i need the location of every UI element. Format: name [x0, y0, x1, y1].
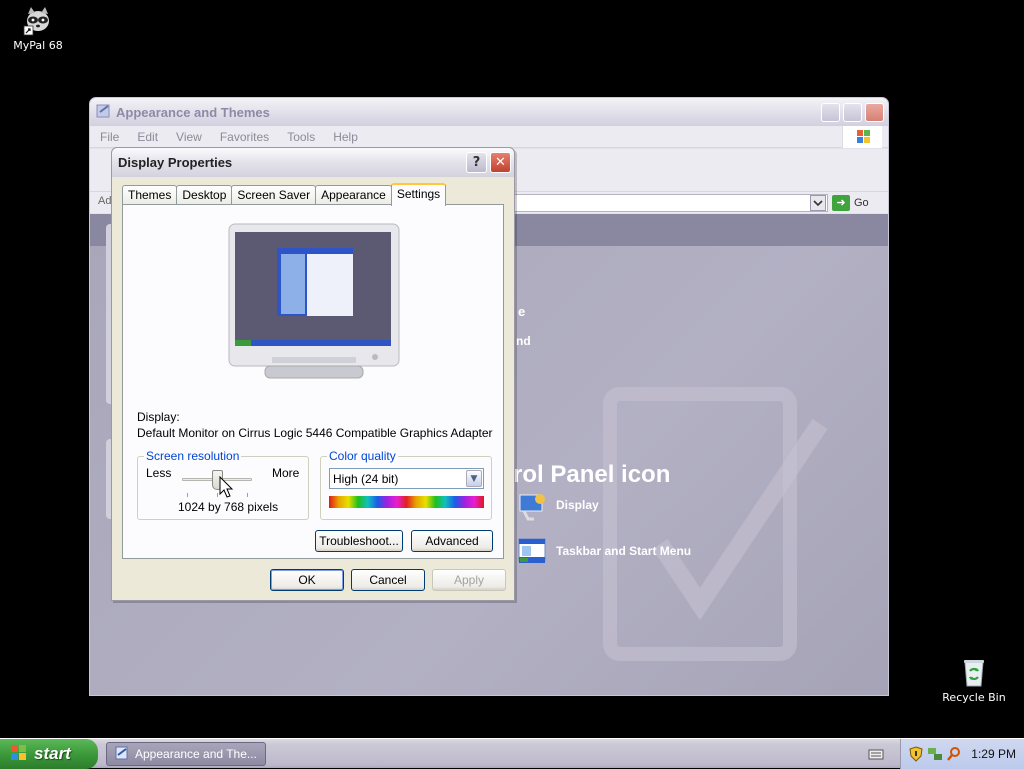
tab-themes[interactable]: Themes [122, 185, 178, 205]
start-button[interactable]: start [0, 739, 98, 769]
slider-tick [217, 493, 218, 497]
window-titlebar[interactable]: Appearance and Themes [90, 98, 888, 126]
security-shield-icon[interactable] [908, 746, 924, 762]
resolution-less-label: Less [146, 466, 172, 480]
checkmark-watermark-icon [603, 387, 828, 661]
search-icon[interactable] [946, 746, 962, 762]
menu-tools[interactable]: Tools [287, 130, 315, 144]
tab-desktop[interactable]: Desktop [176, 185, 233, 205]
folder-icon [96, 103, 112, 122]
network-icon[interactable] [927, 746, 943, 762]
ok-button[interactable]: OK [270, 569, 344, 591]
troubleshoot-button[interactable]: Troubleshoot... [315, 530, 403, 552]
recycle-bin-icon [958, 656, 990, 688]
display-icon [516, 489, 548, 521]
advanced-button[interactable]: Advanced [411, 530, 493, 552]
monitor-preview [227, 222, 403, 382]
system-tray: 1:29 PM [900, 739, 1024, 769]
settings-panel: Display: Default Monitor on Cirrus Logic… [122, 204, 504, 559]
cancel-button[interactable]: Cancel [351, 569, 425, 591]
resolution-more-label: More [272, 466, 300, 480]
pick-control-panel-heading: rol Panel icon [513, 461, 671, 488]
mouse-cursor-icon [219, 476, 234, 498]
display-properties-dialog[interactable]: Display Properties ? ✕ Themes Desktop Sc… [111, 147, 515, 601]
menu-favorites[interactable]: Favorites [220, 130, 269, 144]
taskbar-item-appearance[interactable]: Appearance and The... [106, 742, 266, 766]
color-quality-group: Color quality High (24 bit) ▼ [320, 449, 492, 520]
go-label: Go [854, 197, 869, 209]
window-title: Appearance and Themes [116, 104, 270, 120]
color-quality-legend: Color quality [327, 449, 398, 463]
menu-file[interactable]: File [100, 130, 119, 144]
display-label: Display: [137, 410, 180, 424]
minimize-button[interactable] [821, 103, 840, 122]
tab-strip: Themes Desktop Screen Saver Appearance S… [122, 183, 447, 206]
close-icon: ✕ [495, 155, 506, 170]
task-taskbar-start-menu[interactable]: Taskbar and Start Menu [516, 535, 691, 567]
task-taskbar-label: Taskbar and Start Menu [556, 544, 692, 558]
color-quality-select[interactable]: High (24 bit) ▼ [329, 468, 484, 489]
desktop-icon-label: Recycle Bin [942, 691, 1006, 704]
task-display-label: Display [556, 498, 599, 512]
menu-view[interactable]: View [176, 130, 202, 144]
clock[interactable]: 1:29 PM [971, 747, 1016, 761]
raccoon-app-icon [22, 4, 54, 36]
window-app-icon [115, 746, 129, 763]
color-quality-value: High (24 bit) [333, 472, 399, 486]
go-button[interactable]: ➜ Go [832, 194, 882, 212]
taskbar-item-label: Appearance and The... [135, 747, 257, 761]
tab-screen-saver[interactable]: Screen Saver [231, 185, 317, 205]
desktop-icon-mypal[interactable]: MyPal 68 [0, 4, 76, 52]
go-arrow-icon: ➜ [832, 195, 850, 211]
question-icon: ? [472, 155, 481, 170]
slider-tick [187, 493, 188, 497]
tab-settings[interactable]: Settings [390, 183, 447, 206]
keyboard-icon[interactable] [868, 746, 884, 765]
windows-flag-icon [10, 744, 28, 765]
tab-appearance[interactable]: Appearance [315, 185, 392, 205]
display-adapter-text: Default Monitor on Cirrus Logic 5446 Com… [137, 426, 493, 440]
taskbar-icon [516, 535, 548, 567]
screen-resolution-legend: Screen resolution [144, 449, 242, 463]
taskbar: start Appearance and The... 1:29 PM [0, 738, 1024, 769]
resolution-value-text: 1024 by 768 pixels [178, 500, 279, 514]
desktop-icon-recycle-bin[interactable]: Recycle Bin [936, 656, 1012, 704]
dialog-titlebar[interactable]: Display Properties [112, 148, 514, 177]
address-label: Ad [98, 195, 112, 207]
menu-bar: File Edit View Favorites Tools Help [90, 126, 888, 148]
menu-edit[interactable]: Edit [137, 130, 158, 144]
apply-button[interactable]: Apply [432, 569, 506, 591]
menu-help[interactable]: Help [333, 130, 358, 144]
slider-tick [247, 493, 248, 497]
maximize-button[interactable] [843, 103, 862, 122]
close-button[interactable] [865, 103, 884, 122]
partial-text-2: nd [516, 334, 531, 348]
color-spectrum-bar [329, 496, 484, 508]
dialog-close-button[interactable]: ✕ [490, 152, 511, 173]
windows-logo-icon [842, 126, 882, 148]
desktop-icon-label: MyPal 68 [13, 39, 63, 52]
start-label: start [34, 744, 71, 763]
address-dropdown-button[interactable] [810, 195, 826, 211]
partial-text-1: e [518, 304, 526, 319]
help-button[interactable]: ? [466, 152, 487, 173]
dialog-title: Display Properties [118, 155, 233, 170]
chevron-down-icon[interactable]: ▼ [466, 470, 482, 487]
task-display[interactable]: Display [516, 489, 599, 521]
